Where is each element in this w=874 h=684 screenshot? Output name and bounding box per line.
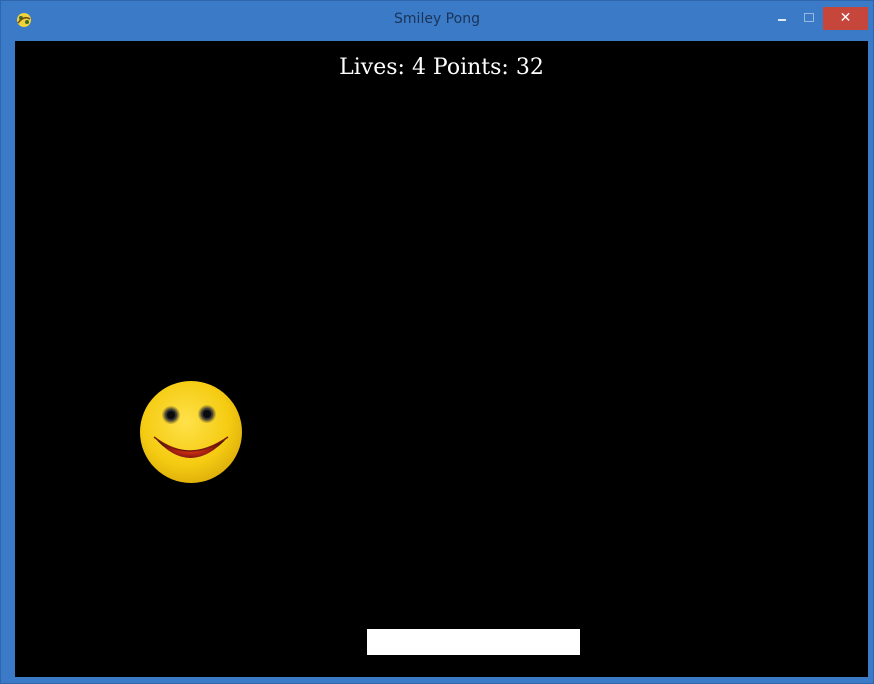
game-canvas[interactable]: Lives: 4 Points: 32 — [15, 41, 868, 677]
window-title: Smiley Pong — [394, 11, 480, 27]
lives-points-display: Lives: 4 Points: 32 — [339, 55, 544, 80]
smiley-face-icon — [140, 381, 242, 483]
close-button[interactable]: ✕ — [823, 7, 868, 30]
paddle[interactable] — [367, 629, 580, 655]
close-icon: ✕ — [839, 10, 852, 26]
minimize-button[interactable] — [769, 7, 795, 30]
maximize-button[interactable] — [796, 7, 822, 30]
minimize-icon — [778, 19, 786, 21]
title-bar[interactable]: Smiley Pong ✕ — [1, 1, 873, 40]
maximize-icon — [804, 13, 814, 22]
app-window: Smiley Pong ✕ Lives: 4 Points: 32 — [0, 0, 874, 684]
